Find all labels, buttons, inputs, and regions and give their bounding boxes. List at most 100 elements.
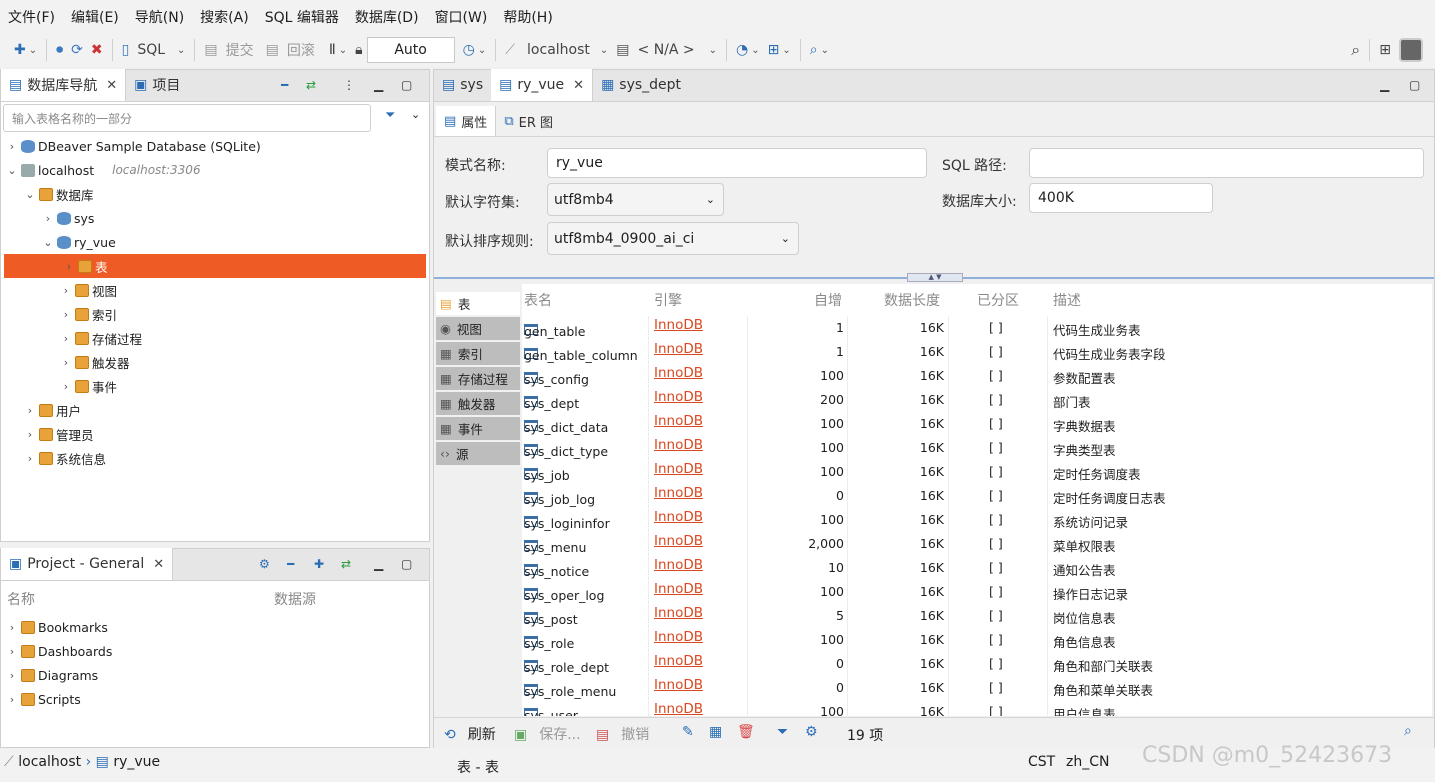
- cell-engine[interactable]: InnoDB: [654, 557, 703, 573]
- table-row[interactable]: sys_post InnoDB 5 16K [ ] 岗位信息表: [522, 604, 1432, 628]
- filter-icon[interactable]: ⏷: [385, 108, 395, 123]
- tab-project-general[interactable]: ▣ Project - General ✕: [1, 548, 174, 580]
- table-row[interactable]: sys_logininfor InnoDB 100 16K [ ] 系统访问记录: [522, 508, 1432, 532]
- menu-item[interactable]: 文件(F): [0, 7, 63, 27]
- column-header[interactable]: 数据长度: [884, 290, 940, 310]
- collapse-icon[interactable]: ━: [287, 557, 294, 571]
- maximize-icon[interactable]: ▢: [1409, 78, 1420, 92]
- collapse-icon[interactable]: ━: [281, 78, 288, 92]
- project-item[interactable]: › Diagrams: [1, 663, 429, 687]
- cell-partitioned[interactable]: [ ]: [989, 368, 1003, 383]
- cell-partitioned[interactable]: [ ]: [989, 608, 1003, 623]
- schema-name-field[interactable]: ry_vue: [547, 148, 927, 178]
- search-icon[interactable]: ⌕: [1347, 37, 1364, 63]
- commit-button[interactable]: ▤ 提交: [200, 37, 257, 63]
- transaction-mode-icon[interactable]: Ⅱ ⌄: [325, 37, 351, 63]
- splitter-handle[interactable]: ▲ ▼: [907, 273, 963, 282]
- side-tab[interactable]: ◉ 视图: [436, 317, 520, 340]
- table-row[interactable]: sys_menu InnoDB 2,000 16K [ ] 菜单权限表: [522, 532, 1432, 556]
- table-row[interactable]: sys_job InnoDB 100 16K [ ] 定时任务调度表: [522, 460, 1432, 484]
- perspective-icon[interactable]: ⊞: [1375, 37, 1395, 63]
- menu-item[interactable]: 导航(N): [127, 7, 192, 27]
- twisty-icon[interactable]: ›: [41, 212, 55, 225]
- tree-node[interactable]: › 用户: [1, 398, 429, 422]
- tree-node[interactable]: ⌄ ry_vue: [1, 230, 429, 254]
- cell-partitioned[interactable]: [ ]: [989, 392, 1003, 407]
- cell-partitioned[interactable]: [ ]: [989, 632, 1003, 647]
- db-size-field[interactable]: 400K: [1029, 183, 1213, 213]
- cell-partitioned[interactable]: [ ]: [989, 680, 1003, 695]
- twisty-icon[interactable]: ⌄: [41, 236, 55, 249]
- cell-partitioned[interactable]: [ ]: [989, 704, 1003, 716]
- breadcrumb-schema[interactable]: ry_vue: [113, 754, 160, 770]
- add-icon[interactable]: ✚: [314, 557, 324, 571]
- close-icon[interactable]: ✕: [153, 557, 164, 572]
- cell-partitioned[interactable]: [ ]: [989, 488, 1003, 503]
- side-tab[interactable]: ‹› 源: [436, 442, 520, 465]
- tree-node[interactable]: › 事件: [1, 374, 429, 398]
- tab-database-navigator[interactable]: ▤ 数据库导航 ✕: [1, 69, 127, 101]
- twisty-icon[interactable]: ›: [23, 428, 37, 441]
- side-tab[interactable]: ▦ 存储过程: [436, 367, 520, 390]
- twisty-icon[interactable]: ⌄: [5, 164, 19, 177]
- cell-engine[interactable]: InnoDB: [654, 461, 703, 477]
- twisty-icon[interactable]: ›: [5, 621, 19, 634]
- menu-item[interactable]: 编辑(E): [63, 7, 127, 27]
- reconnect-icon[interactable]: ⟳: [67, 37, 87, 63]
- cell-engine[interactable]: InnoDB: [654, 437, 703, 453]
- tab-projects[interactable]: ▣ 项目: [126, 69, 188, 101]
- editor-tab[interactable]: ▤ sys: [434, 69, 491, 101]
- gear-icon[interactable]: ⚙: [259, 557, 270, 571]
- table-row[interactable]: sys_dict_data InnoDB 100 16K [ ] 字典数据表: [522, 412, 1432, 436]
- tools-icon[interactable]: ⊞ ⌄: [764, 37, 795, 63]
- breadcrumb-host[interactable]: localhost: [18, 754, 81, 770]
- twisty-icon[interactable]: ⌄: [23, 188, 37, 201]
- cell-engine[interactable]: InnoDB: [654, 317, 703, 333]
- edit-icon[interactable]: ✎: [682, 724, 694, 740]
- table-row[interactable]: sys_role_menu InnoDB 0 16K [ ] 角色和菜单关联表: [522, 676, 1432, 700]
- twisty-icon[interactable]: ›: [59, 308, 73, 321]
- minimize-icon[interactable]: ▁: [1380, 78, 1389, 92]
- cell-partitioned[interactable]: [ ]: [989, 416, 1003, 431]
- cell-partitioned[interactable]: [ ]: [989, 560, 1003, 575]
- table-row[interactable]: sys_notice InnoDB 10 16K [ ] 通知公告表: [522, 556, 1432, 580]
- cell-engine[interactable]: InnoDB: [654, 581, 703, 597]
- tree-node[interactable]: ⌄ localhost localhost:3306: [1, 158, 429, 182]
- table-row[interactable]: gen_table_column InnoDB 1 16K [ ] 代码生成业务表字段: [522, 340, 1432, 364]
- table-row[interactable]: gen_table InnoDB 1 16K [ ] 代码生成业务表: [522, 316, 1432, 340]
- column-header[interactable]: 引擎: [654, 290, 682, 310]
- twisty-icon[interactable]: ›: [59, 284, 73, 297]
- cell-partitioned[interactable]: [ ]: [989, 512, 1003, 527]
- project-item[interactable]: › Dashboards: [1, 639, 429, 663]
- save-button[interactable]: ▣ 保存...: [514, 724, 581, 744]
- refresh-button[interactable]: ⟲ 刷新: [444, 724, 496, 744]
- twisty-icon[interactable]: ›: [5, 693, 19, 706]
- column-header[interactable]: 自增: [814, 290, 842, 310]
- maximize-icon[interactable]: ▢: [401, 557, 412, 571]
- column-header[interactable]: 描述: [1053, 290, 1081, 310]
- twisty-icon[interactable]: ›: [59, 332, 73, 345]
- dashboard-icon[interactable]: ◔ ⌄: [732, 37, 764, 63]
- cell-engine[interactable]: InnoDB: [654, 701, 703, 716]
- connect-icon[interactable]: ⏺: [52, 37, 67, 63]
- tree-node[interactable]: › 管理员: [1, 422, 429, 446]
- table-row[interactable]: sys_job_log InnoDB 0 16K [ ] 定时任务调度日志表: [522, 484, 1432, 508]
- rollback-button[interactable]: ▤ 回滚: [262, 37, 319, 63]
- close-icon[interactable]: ✕: [106, 78, 117, 93]
- history-icon[interactable]: ◷ ⌄: [459, 37, 491, 63]
- column-header[interactable]: 表名: [524, 290, 552, 310]
- collation-select[interactable]: utf8mb4_0900_ai_ci ⌄: [547, 222, 799, 255]
- subtab-properties[interactable]: ▤ 属性: [436, 106, 497, 136]
- tree-node[interactable]: › DBeaver Sample Database (SQLite): [1, 134, 429, 158]
- schema-selector[interactable]: ▤ < N/A > ⌄: [612, 37, 721, 63]
- subtab-er-diagram[interactable]: ⧉ ER 图: [496, 106, 561, 136]
- table-row[interactable]: sys_oper_log InnoDB 100 16K [ ] 操作日志记录: [522, 580, 1432, 604]
- lock-icon[interactable]: 🔒︎: [351, 37, 366, 63]
- cell-engine[interactable]: InnoDB: [654, 389, 703, 405]
- table-row[interactable]: sys_dept InnoDB 200 16K [ ] 部门表: [522, 388, 1432, 412]
- disconnect-icon[interactable]: ✖: [87, 37, 107, 63]
- tree-node[interactable]: › sys: [1, 206, 429, 230]
- table-row[interactable]: sys_user InnoDB 100 16K [ ] 用户信息表: [522, 700, 1432, 716]
- tree-node[interactable]: ⌄ 数据库: [1, 182, 429, 206]
- twisty-icon[interactable]: ›: [5, 645, 19, 658]
